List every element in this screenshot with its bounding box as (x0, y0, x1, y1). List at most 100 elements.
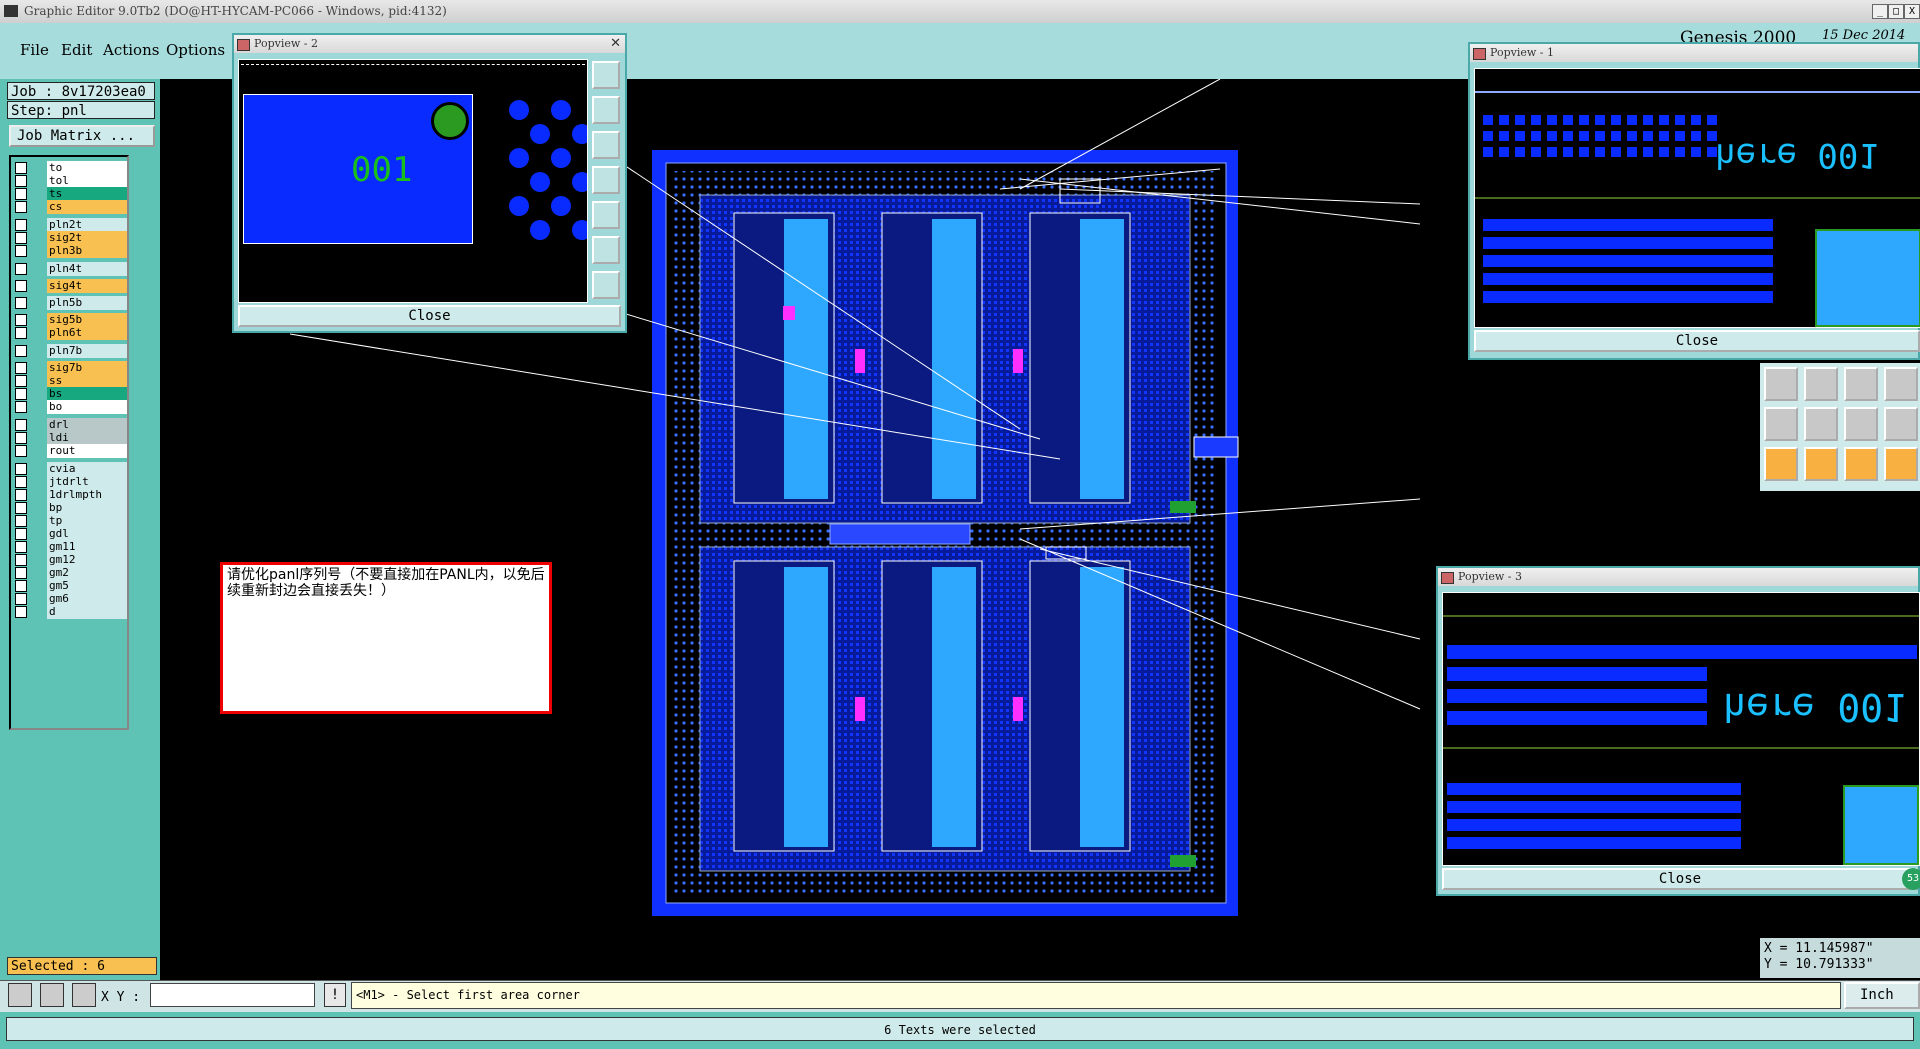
layer-row[interactable]: to (13, 161, 127, 175)
popview-2-view[interactable]: 001 (238, 59, 588, 303)
layer-row[interactable]: drl (13, 418, 127, 432)
layer-name[interactable]: 1drlmpth (47, 488, 127, 502)
layer-row[interactable]: pln3b (13, 244, 127, 258)
popview-2-titlebar[interactable]: Popview - 2 ✕ (234, 35, 625, 53)
layer-checkbox[interactable] (15, 606, 27, 618)
measure-icon[interactable] (1844, 367, 1878, 401)
layer-checkbox[interactable] (15, 375, 27, 387)
pan-left-icon[interactable] (592, 166, 620, 194)
layer-checkbox[interactable] (15, 401, 27, 413)
layer-name[interactable]: gdl (47, 527, 127, 541)
layer-checkbox[interactable] (15, 432, 27, 444)
layer-checkbox[interactable] (15, 489, 27, 501)
unit-select[interactable]: Inch (1844, 982, 1920, 1009)
layer-name[interactable]: cs (47, 200, 127, 214)
layer-name[interactable]: sig2t (47, 231, 127, 245)
layer-row[interactable]: sig7b (13, 361, 127, 375)
layer-name[interactable]: pln2t (47, 218, 127, 232)
layer-row[interactable]: sig4t (13, 279, 127, 293)
layer-checkbox[interactable] (15, 362, 27, 374)
layer-name[interactable]: gm12 (47, 553, 127, 567)
maximize-button[interactable]: □ (1888, 4, 1904, 19)
layer-checkbox[interactable] (15, 515, 27, 527)
triangle-c-icon[interactable] (1844, 407, 1878, 441)
layer-row[interactable]: pln7b (13, 344, 127, 358)
menu-options[interactable]: Options (166, 41, 225, 59)
layer-checkbox[interactable] (15, 580, 27, 592)
zoom-in-icon[interactable] (592, 271, 620, 299)
popview-3-view[interactable]: here 001 (1442, 592, 1920, 866)
close-window-button[interactable]: X (1904, 4, 1920, 19)
layer-row[interactable]: bs (13, 387, 127, 401)
layer-row[interactable]: pln6t (13, 326, 127, 340)
menu-actions[interactable]: Actions (103, 41, 159, 59)
exclamation-button[interactable]: ! (324, 983, 346, 1007)
layer-checkbox[interactable] (15, 419, 27, 431)
layer-checkbox[interactable] (15, 245, 27, 257)
layer-name[interactable]: to (47, 161, 127, 175)
layer-checkbox[interactable] (15, 528, 27, 540)
layer-name[interactable]: cvia (47, 462, 127, 476)
layer-row[interactable]: rout (13, 444, 127, 458)
layer-name[interactable]: gm5 (47, 579, 127, 593)
menu-file[interactable]: File (20, 41, 49, 59)
layer-checkbox[interactable] (15, 219, 27, 231)
pointer-icon[interactable] (1764, 447, 1798, 481)
triangle-b-icon[interactable] (1804, 407, 1838, 441)
layer-checkbox[interactable] (15, 314, 27, 326)
popview-2-close-button[interactable]: Close (238, 305, 621, 327)
triangle-d-icon[interactable] (1884, 407, 1918, 441)
layer-row[interactable]: gm12 (13, 553, 127, 567)
layer-name[interactable]: gm2 (47, 566, 127, 580)
layer-name[interactable]: bo (47, 400, 127, 414)
pan-down-icon[interactable] (592, 131, 620, 159)
layer-row[interactable]: ldi (13, 431, 127, 445)
layer-row[interactable]: tol (13, 174, 127, 188)
layer-name[interactable]: pln5b (47, 296, 127, 310)
layer-checkbox[interactable] (15, 554, 27, 566)
layer-row[interactable]: ss (13, 374, 127, 388)
layer-row[interactable]: bp (13, 501, 127, 515)
layer-checkbox[interactable] (15, 567, 27, 579)
popview-3-titlebar[interactable]: Popview - 3 (1438, 568, 1918, 586)
layer-checkbox[interactable] (15, 593, 27, 605)
layer-checkbox[interactable] (15, 175, 27, 187)
layer-row[interactable]: bo (13, 400, 127, 414)
layer-checkbox[interactable] (15, 541, 27, 553)
route-icon[interactable] (1884, 447, 1918, 481)
layer-name[interactable]: ldi (47, 431, 127, 445)
layer-row[interactable]: sig5b (13, 313, 127, 327)
popview-3-close-button[interactable]: Close (1442, 868, 1918, 890)
layer-checkbox[interactable] (15, 297, 27, 309)
layer-row[interactable]: gm6 (13, 592, 127, 606)
layer-row[interactable]: jtdrlt (13, 475, 127, 489)
select-features-icon[interactable] (1764, 367, 1798, 401)
layer-checkbox[interactable] (15, 280, 27, 292)
layer-checkbox[interactable] (15, 388, 27, 400)
layer-name[interactable]: pln6t (47, 326, 127, 340)
layer-checkbox[interactable] (15, 162, 27, 174)
line-tool-icon[interactable] (1804, 367, 1838, 401)
layer-name[interactable]: bs (47, 387, 127, 401)
layer-name[interactable]: sig7b (47, 361, 127, 375)
layer-name[interactable]: drl (47, 418, 127, 432)
layer-row[interactable]: 1drlmpth (13, 488, 127, 502)
layer-name[interactable]: tol (47, 174, 127, 188)
layer-name[interactable]: sig4t (47, 279, 127, 293)
pointer-rotate-icon[interactable] (1844, 447, 1878, 481)
popview-1-titlebar[interactable]: Popview - 1 (1470, 44, 1918, 62)
layer-row[interactable]: pln4t (13, 262, 127, 276)
close-icon[interactable]: ✕ (610, 35, 621, 53)
layer-name[interactable]: ts (47, 187, 127, 201)
layer-checkbox[interactable] (15, 188, 27, 200)
pointer-select-icon[interactable] (1804, 447, 1838, 481)
popview-1-close-button[interactable]: Close (1474, 330, 1920, 352)
layer-checkbox[interactable] (15, 232, 27, 244)
snap-icon[interactable] (8, 983, 32, 1007)
layer-checkbox[interactable] (15, 445, 27, 457)
pan-right-icon[interactable] (592, 201, 620, 229)
layer-checkbox[interactable] (15, 345, 27, 357)
layer-name[interactable]: bp (47, 501, 127, 515)
xy-input[interactable] (150, 983, 315, 1007)
layer-name[interactable]: rout (47, 444, 127, 458)
